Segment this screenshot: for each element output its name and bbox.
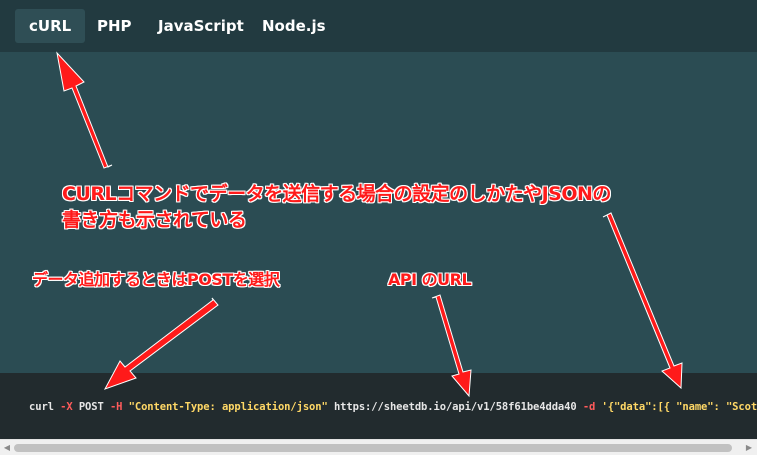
snippet-viewer: cURL PHP JavaScript Node.js curl -X POST… bbox=[0, 0, 757, 455]
code-url: https://sheetdb.io/api/v1/58f61be4dda40 bbox=[333, 401, 577, 413]
tab-javascript[interactable]: JavaScript bbox=[144, 9, 258, 43]
code-cmd: curl bbox=[29, 401, 54, 413]
tab-nodejs[interactable]: Node.js bbox=[248, 9, 340, 43]
scrollbar-thumb[interactable] bbox=[14, 444, 732, 452]
code-flag-d: -d bbox=[582, 401, 596, 413]
annotation-post-note: データ追加するときはPOSTを選択 bbox=[32, 270, 280, 289]
code-flag-h: -H bbox=[109, 401, 123, 413]
scroll-left-icon[interactable]: ◀ bbox=[2, 443, 12, 453]
tab-curl[interactable]: cURL bbox=[15, 9, 86, 43]
horizontal-scrollbar[interactable]: ◀ ▶ bbox=[0, 439, 757, 455]
code-method: POST bbox=[78, 401, 104, 413]
tab-php[interactable]: PHP bbox=[83, 9, 146, 43]
scroll-right-icon[interactable]: ▶ bbox=[744, 443, 754, 453]
code-block: curl -X POST -H "Content-Type: applicati… bbox=[0, 373, 757, 439]
curl-command-line: curl -X POST -H "Content-Type: applicati… bbox=[29, 401, 757, 413]
annotation-api-url-note: API のURL bbox=[388, 270, 472, 289]
language-tab-bar: cURL PHP JavaScript Node.js bbox=[0, 0, 757, 52]
code-header: "Content-Type: application/json" bbox=[128, 401, 328, 413]
annotation-curl-note-line2: 書き方も示されている bbox=[62, 209, 247, 231]
code-payload: '{"data":[{ "name": "Scot bbox=[601, 401, 757, 413]
annotation-curl-note-line1: CURLコマンドでデータを送信する場合の設定のしかたやJSONの bbox=[62, 183, 611, 205]
code-flag-x: -X bbox=[60, 401, 73, 413]
